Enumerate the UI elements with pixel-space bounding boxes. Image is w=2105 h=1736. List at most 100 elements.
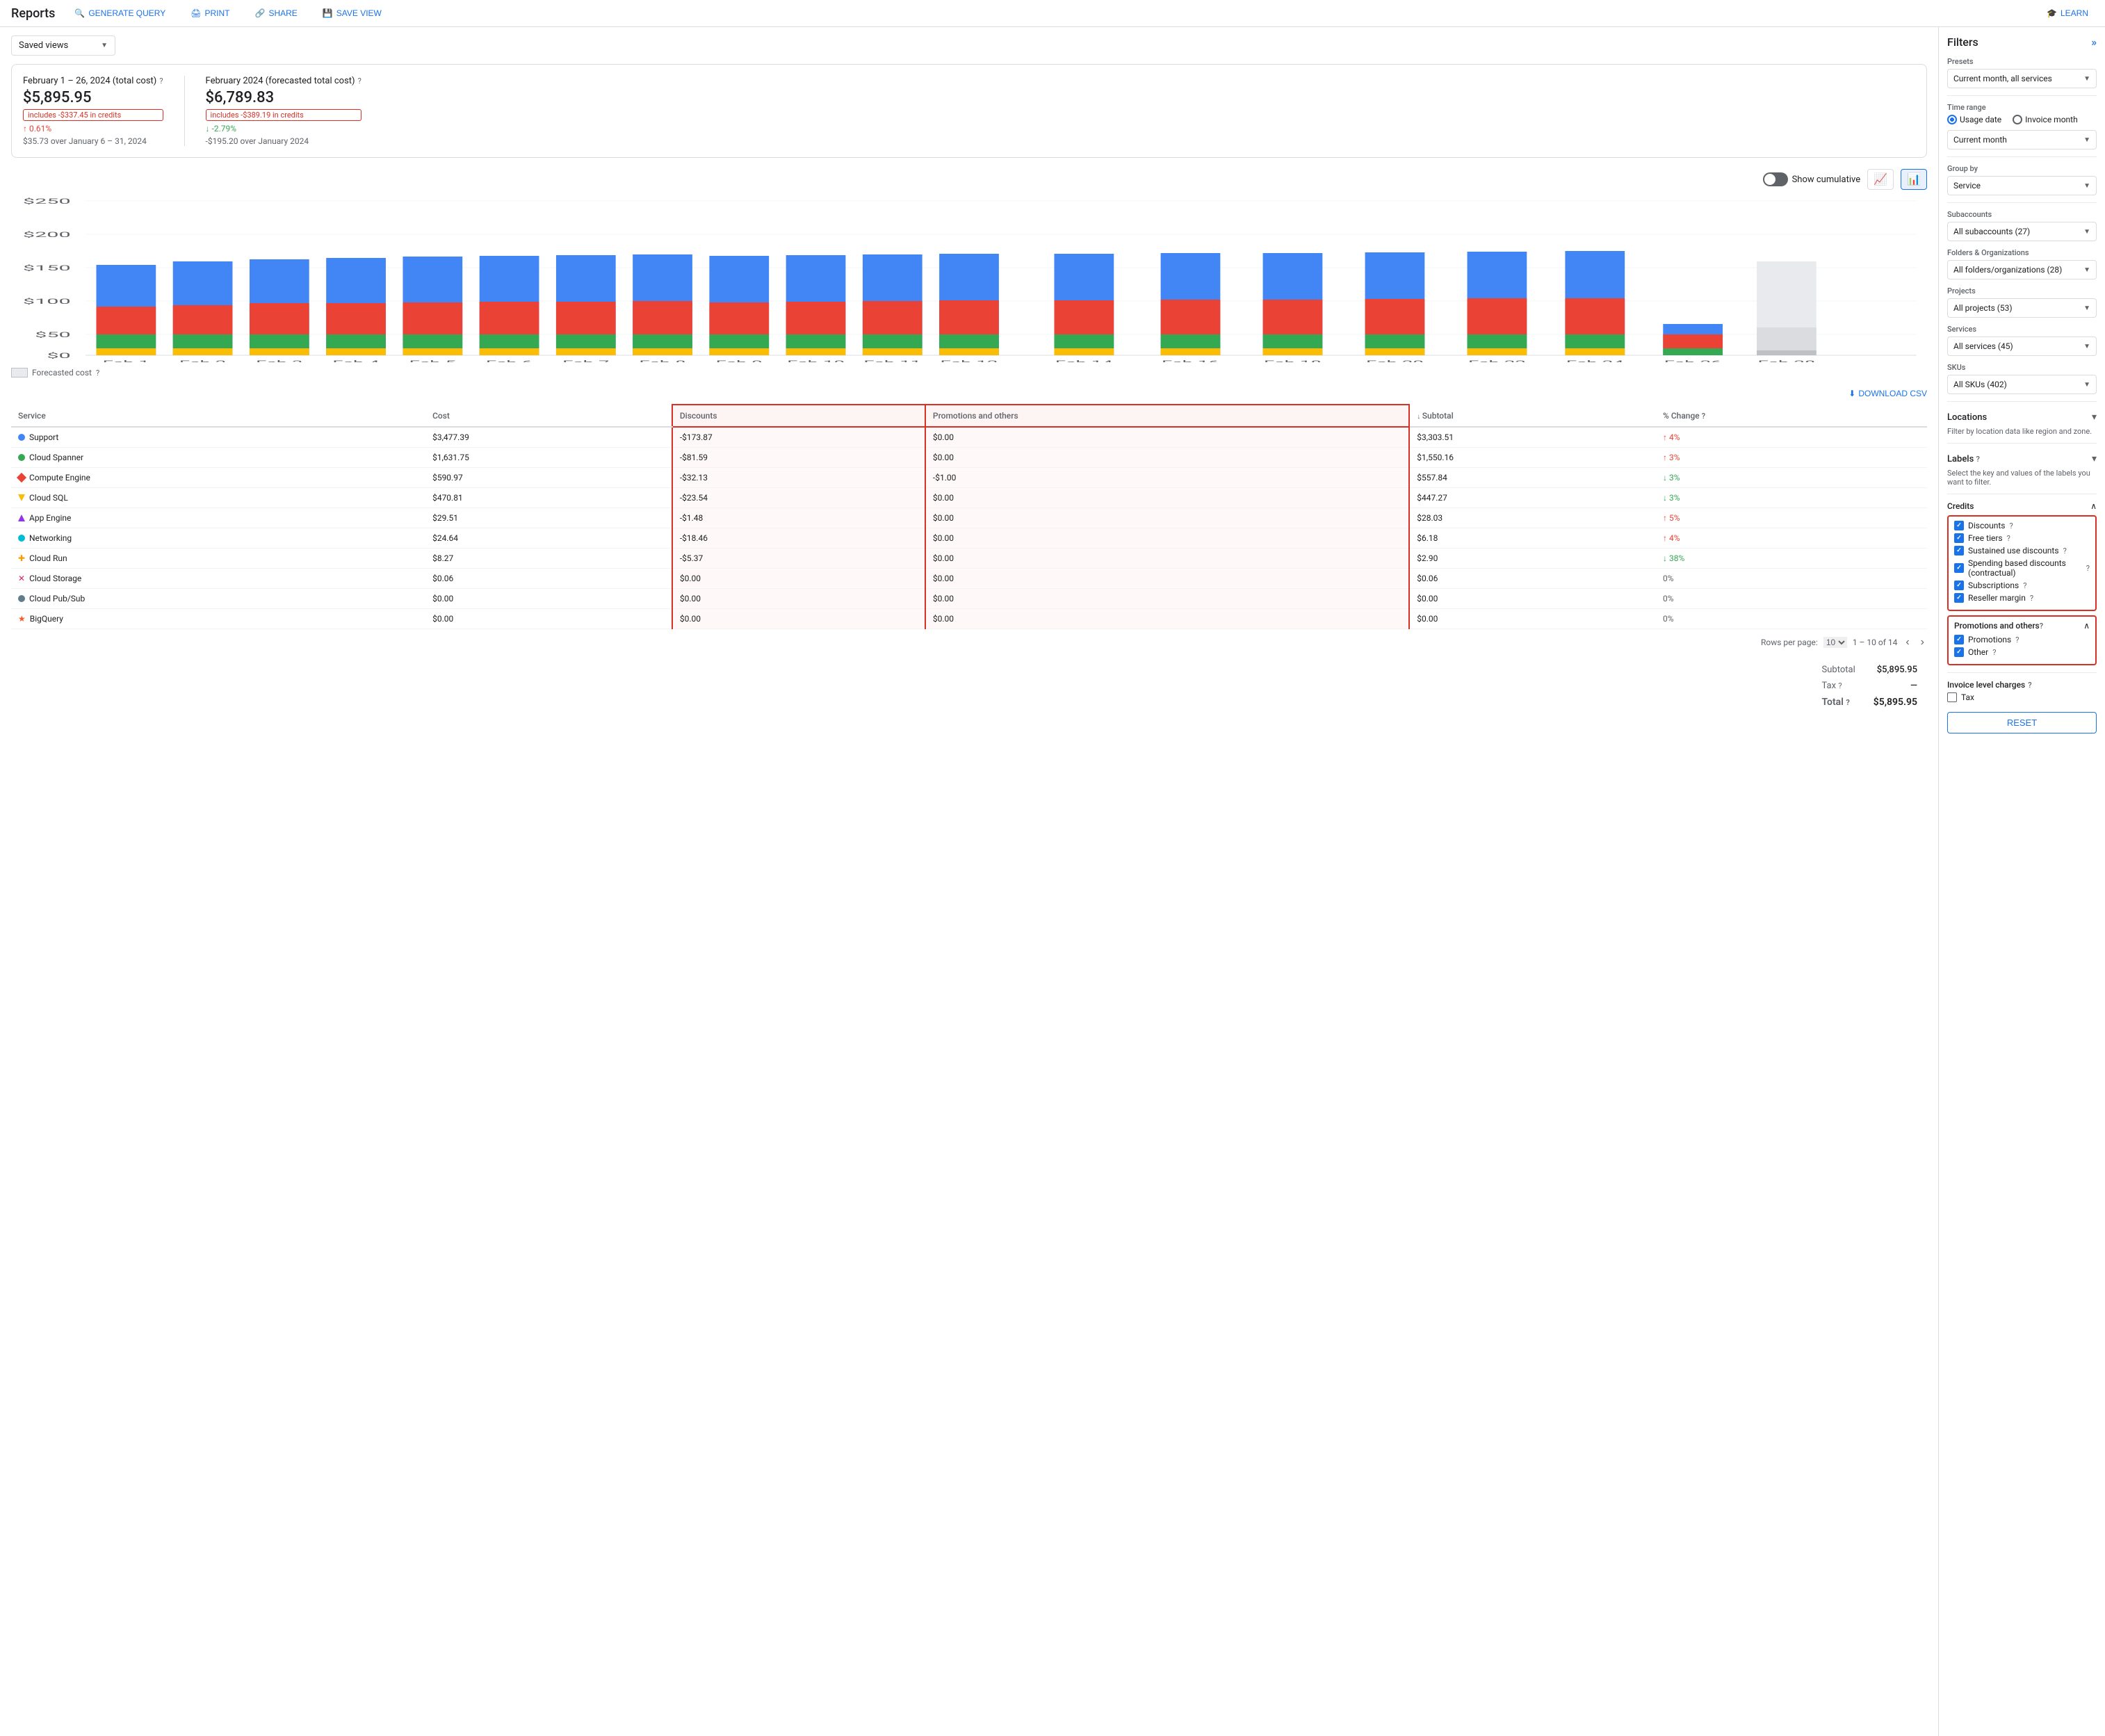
time-range-section: Time range Usage date Invoice month Curr… [1947, 103, 2097, 149]
subtotal-value: $5,895.95 [1865, 663, 1926, 677]
free-tiers-help-icon[interactable]: ? [2007, 534, 2010, 543]
labels-expand-icon: ▾ [2092, 453, 2097, 464]
labels-help-icon[interactable]: ? [1976, 455, 1980, 464]
prev-page-btn[interactable]: ‹ [1903, 635, 1912, 650]
summary-divider [184, 76, 185, 146]
group-by-arrow-icon: ▼ [2083, 182, 2090, 190]
skus-dropdown[interactable]: All SKUs (402) ▼ [1947, 375, 2097, 394]
svg-text:Feb 9: Feb 9 [716, 359, 763, 362]
promotion-cell: $0.00 [925, 589, 1409, 609]
divider-4 [1947, 401, 2097, 402]
change-cell: ↑ 4% [1656, 427, 1927, 448]
discount-cell: -$1.48 [672, 508, 925, 528]
folders-dropdown[interactable]: All folders/organizations (28) ▼ [1947, 260, 2097, 279]
sustained-use-checkbox-row[interactable]: Sustained use discounts ? [1954, 546, 2090, 555]
usage-date-radio [1947, 115, 1957, 124]
other-checkbox-row[interactable]: Other ? [1954, 647, 2090, 657]
save-view-btn[interactable]: 💾 SAVE VIEW [317, 6, 387, 21]
download-csv-btn[interactable]: ⬇ DOWNLOAD CSV [1848, 389, 1927, 398]
svg-text:Feb 10: Feb 10 [787, 359, 845, 362]
bar-chart-btn[interactable]: 📊 [1901, 169, 1927, 190]
discounts-checkbox-row[interactable]: Discounts ? [1954, 521, 2090, 530]
show-cumulative-toggle[interactable]: Show cumulative [1763, 172, 1861, 186]
usage-date-option[interactable]: Usage date [1947, 115, 2001, 124]
forecasted-cost-help-icon[interactable]: ? [358, 76, 361, 86]
svg-text:Feb 16: Feb 16 [1162, 359, 1219, 362]
actual-cost-help-icon[interactable]: ? [159, 76, 163, 86]
group-by-dropdown[interactable]: Service ▼ [1947, 176, 2097, 195]
svg-text:Feb 20: Feb 20 [1366, 359, 1424, 362]
data-table: Service Cost Discounts Promotions and ot… [11, 404, 1927, 629]
rows-per-page-select[interactable]: 10 25 50 [1823, 637, 1847, 648]
totals-section: Subtotal $5,895.95 Tax ? — Total ? $5,89 [11, 661, 1927, 711]
promotions-collapse-icon[interactable]: ∧ [2083, 621, 2090, 631]
subaccounts-section: Subaccounts All subaccounts (27) ▼ [1947, 210, 2097, 241]
total-label: Total ? [1814, 695, 1864, 710]
svg-text:Feb 14: Feb 14 [1055, 359, 1113, 362]
service-name-cell: Support [11, 427, 425, 448]
time-range-dropdown[interactable]: Current month ▼ [1947, 130, 2097, 149]
free-tiers-checkbox-row[interactable]: Free tiers ? [1954, 533, 2090, 543]
learn-btn[interactable]: 🎓 LEARN [2041, 6, 2094, 21]
filters-expand-icon[interactable]: » [2091, 35, 2097, 49]
spending-based-checkbox-row[interactable]: Spending based discounts (contractual) ? [1954, 558, 2090, 578]
spending-based-help-icon[interactable]: ? [2086, 564, 2090, 573]
print-btn[interactable]: 🖨 PRINT [185, 6, 235, 21]
svg-text:Feb 8: Feb 8 [639, 359, 685, 362]
line-chart-btn[interactable]: 📈 [1867, 169, 1894, 190]
promotions-checkbox-row[interactable]: Promotions ? [1954, 635, 2090, 644]
subtotal-cell: $3,303.51 [1409, 427, 1656, 448]
forecasted-change-detail: -$195.20 over January 2024 [206, 136, 361, 146]
promotions-header: Promotions and others ? ∧ [1954, 621, 2090, 631]
credits-section: Credits ∧ Discounts ? Free tiers ? Susta… [1947, 501, 2097, 665]
table-row: Cloud SQL $470.81 -$23.54 $0.00 $447.27 … [11, 488, 1927, 508]
other-help-icon[interactable]: ? [1992, 648, 1996, 657]
subtotal-label: Subtotal [1814, 663, 1864, 677]
reset-btn[interactable]: RESET [1947, 712, 2097, 733]
skus-label: SKUs [1947, 363, 2097, 372]
discounts-help-icon[interactable]: ? [2009, 521, 2013, 530]
subaccounts-dropdown[interactable]: All subaccounts (27) ▼ [1947, 222, 2097, 241]
promotions-help-icon[interactable]: ? [2015, 635, 2019, 644]
divider-2 [1947, 156, 2097, 157]
invoice-charges-label: Invoice level charges ? [1947, 680, 2097, 690]
forecasted-cost-label: February 2024 (forecasted total cost) ? [206, 76, 361, 86]
tax-checkbox-row[interactable]: Tax [1947, 692, 2097, 702]
reseller-margin-checkbox [1954, 593, 1964, 603]
total-help-icon[interactable]: ? [1846, 698, 1849, 707]
generate-query-btn[interactable]: 🔍 GENERATE QUERY [69, 6, 171, 21]
subscriptions-checkbox-row[interactable]: Subscriptions ? [1954, 581, 2090, 590]
saved-views-dropdown[interactable]: Saved views ▼ [11, 35, 115, 56]
subtotal-cell: $447.27 [1409, 488, 1656, 508]
svg-text:$0: $0 [47, 352, 70, 360]
change-cell: 0% [1656, 589, 1927, 609]
change-help-icon[interactable]: ? [1702, 412, 1705, 421]
services-dropdown[interactable]: All services (45) ▼ [1947, 336, 2097, 356]
share-btn[interactable]: 🔗 SHARE [249, 6, 302, 21]
services-section: Services All services (45) ▼ [1947, 325, 2097, 356]
table-row: Cloud Spanner $1,631.75 -$81.59 $0.00 $1… [11, 448, 1927, 468]
sustained-use-help-icon[interactable]: ? [2063, 546, 2067, 555]
presets-dropdown[interactable]: Current month, all services ▼ [1947, 69, 2097, 88]
svg-text:$200: $200 [23, 231, 71, 239]
subscriptions-help-icon[interactable]: ? [2023, 581, 2026, 590]
tax-help-icon[interactable]: ? [1838, 681, 1842, 690]
spending-based-checkbox [1954, 563, 1964, 573]
sustained-use-checkbox [1954, 546, 1964, 555]
invoice-month-option[interactable]: Invoice month [2013, 115, 2078, 124]
subaccounts-label: Subaccounts [1947, 210, 2097, 219]
reseller-margin-checkbox-row[interactable]: Reseller margin ? [1954, 593, 2090, 603]
credits-collapse-icon[interactable]: ∧ [2090, 501, 2097, 511]
locations-row[interactable]: Locations ▾ [1947, 409, 2097, 425]
promotions-others-help-icon[interactable]: ? [2040, 622, 2043, 631]
reseller-margin-help-icon[interactable]: ? [2030, 594, 2033, 603]
next-page-btn[interactable]: › [1918, 635, 1927, 650]
labels-row[interactable]: Labels ? ▾ [1947, 451, 2097, 467]
forecasted-help-icon[interactable]: ? [96, 368, 99, 378]
promotion-cell: $0.00 [925, 569, 1409, 589]
projects-dropdown[interactable]: All projects (53) ▼ [1947, 298, 2097, 318]
print-icon: 🖨 [190, 8, 201, 18]
invoice-charges-help-icon[interactable]: ? [2028, 681, 2031, 690]
svg-text:Feb 4: Feb 4 [332, 359, 380, 362]
table-row: App Engine $29.51 -$1.48 $0.00 $28.03 ↑ … [11, 508, 1927, 528]
